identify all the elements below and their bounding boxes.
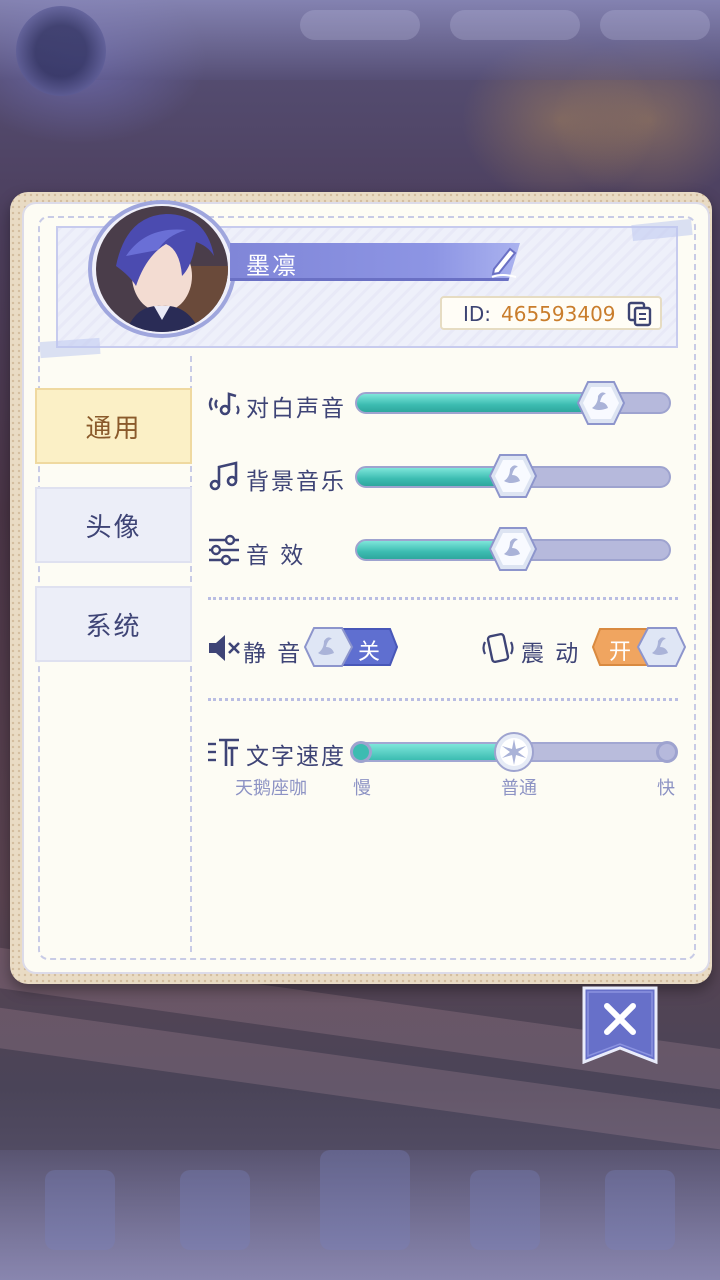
equalizer-icon xyxy=(209,534,239,566)
music-note-icon xyxy=(209,461,238,491)
text-speed-icon xyxy=(208,738,239,766)
vibrate-toggle[interactable] xyxy=(592,627,686,667)
dialogue-voice-fill xyxy=(357,394,601,412)
pencil-icon[interactable] xyxy=(488,243,520,279)
close-button[interactable] xyxy=(582,986,658,1064)
section-divider xyxy=(208,597,678,600)
background-avatar xyxy=(16,6,106,96)
text-speed-slow-label: 慢 xyxy=(353,778,371,799)
background-nav-button xyxy=(180,1170,250,1250)
text-speed-fill xyxy=(354,744,514,760)
phone-vibrate-icon xyxy=(482,632,514,664)
tab-avatar[interactable]: 头像 xyxy=(35,487,192,563)
background-music-label: 背景音乐 xyxy=(246,469,346,495)
speaker-mute-icon xyxy=(209,635,240,661)
dialogue-voice-label: 对白声音 xyxy=(246,396,346,422)
avatar-portrait xyxy=(96,206,228,332)
background-nav-button xyxy=(320,1150,410,1250)
text-speed-label: 文字速度 xyxy=(246,744,346,770)
background-nav-button xyxy=(605,1170,675,1250)
vibrate-state: 开 xyxy=(609,640,632,665)
section-divider xyxy=(208,698,678,701)
background-currency-3 xyxy=(600,10,710,40)
background-music-knob[interactable] xyxy=(488,453,538,499)
id-label: ID: xyxy=(463,302,492,326)
vibrate-label: 震 动 xyxy=(521,641,581,667)
sound-effects-label: 音 效 xyxy=(246,543,306,569)
player-name: 墨凛 xyxy=(246,252,298,280)
dialogue-voice-knob[interactable] xyxy=(576,380,626,426)
mute-label: 静 音 xyxy=(243,641,303,667)
text-speed-normal-label: 普通 xyxy=(501,778,537,799)
dialogue-voice-icon xyxy=(208,392,240,416)
text-speed-knob[interactable] xyxy=(493,731,535,773)
background-currency-1 xyxy=(300,10,420,40)
tab-general[interactable]: 通用 xyxy=(35,388,192,464)
copy-icon[interactable] xyxy=(626,300,654,328)
mute-toggle[interactable] xyxy=(304,627,398,667)
text-speed-min-stop[interactable] xyxy=(350,741,372,763)
text-speed-preview: 天鹅座咖 xyxy=(235,778,307,799)
background-nav-button xyxy=(470,1170,540,1250)
background-currency-2 xyxy=(450,10,580,40)
mute-state: 关 xyxy=(358,640,381,665)
text-speed-fast-label: 快 xyxy=(657,778,675,799)
sound-effects-knob[interactable] xyxy=(488,526,538,572)
background-nav-button xyxy=(45,1170,115,1250)
text-speed-max-stop[interactable] xyxy=(656,741,678,763)
avatar[interactable] xyxy=(96,206,228,332)
id-value: 465593409 xyxy=(501,302,616,326)
tab-system[interactable]: 系统 xyxy=(35,586,192,662)
